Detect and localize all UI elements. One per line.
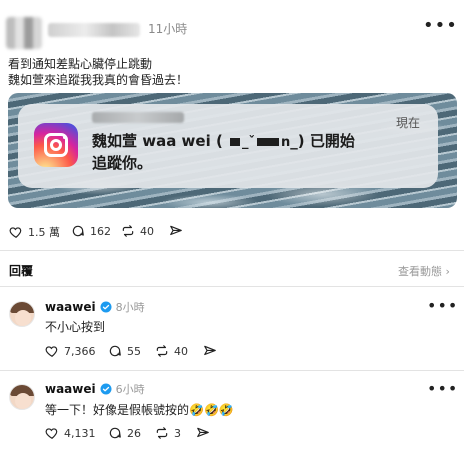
comment-text: 不小心按到 [45,320,106,334]
heart-icon [9,227,22,238]
post-text: 看到通知差點心臟停止跳動 魏如萱來追蹤我我真的會昏過去！ [8,56,448,88]
like-count: 1.5 萬 [28,226,60,239]
share-button[interactable] [196,426,215,440]
redacted-block [257,137,280,146]
like-button[interactable]: 7,366 [45,344,96,358]
author-avatar-blurred[interactable] [6,17,42,49]
comment-time: 8小時 [115,301,145,314]
repost-count: 40 [174,344,188,358]
comment-button[interactable]: 55 [108,344,141,358]
divider [0,286,464,287]
comment-author[interactable]: waawei [45,382,96,396]
verified-icon [100,301,112,313]
comment-icon [72,225,84,237]
comment-button[interactable]: 162 [71,224,111,238]
repost-button[interactable]: 40 [155,344,188,358]
repost-count: 3 [174,426,181,440]
verified-icon [100,383,112,395]
comment-count: 55 [127,344,141,358]
more-icon[interactable]: ••• [427,379,458,398]
comment-header: waawei 6小時 [45,381,145,397]
comment-text: 等一下！好像是假帳號按的🤣🤣🤣 [45,403,234,417]
view-activity-link[interactable]: 查看動態 › [398,263,450,279]
post-text-line-2: 魏如萱來追蹤我我真的會昏過去！ [8,73,189,87]
comment-author[interactable]: waawei [45,300,96,314]
repost-button[interactable]: 40 [121,224,154,238]
repost-icon [122,225,134,237]
comment-header: waawei 8小時 [45,299,145,315]
like-count: 7,366 [64,344,96,358]
comment-count: 26 [127,426,141,440]
avatar[interactable] [9,301,35,327]
redacted-block [230,137,241,146]
heart-icon [45,346,58,357]
heart-icon [45,428,58,439]
repost-button[interactable]: 3 [155,426,181,440]
share-button[interactable] [203,344,222,358]
more-icon[interactable]: ••• [427,296,458,315]
like-count: 4,131 [64,426,96,440]
more-icon[interactable]: ••• [423,16,457,36]
repost-icon [156,427,168,439]
repost-icon [156,345,168,357]
like-button[interactable]: 1.5 萬 [9,224,60,240]
avatar[interactable] [9,384,35,410]
comment-time: 6小時 [115,383,145,396]
replies-label: 回覆 [9,264,34,278]
share-button[interactable] [169,224,188,238]
divider [0,370,464,371]
instagram-icon [34,123,78,167]
divider [0,250,464,251]
comment-count: 162 [90,224,111,238]
comment-button[interactable]: 26 [108,426,141,440]
repost-count: 40 [140,224,154,238]
notification-time: 現在 [396,116,421,130]
like-button[interactable]: 4,131 [45,426,96,440]
notification-message-prefix: 魏如萱 waa wei ( [92,132,223,150]
share-icon [204,345,216,356]
comment-icon [109,427,121,439]
comment-icon [109,345,121,357]
author-name-blurred[interactable] [48,23,140,37]
share-icon [197,427,209,438]
post-time: 11小時 [148,22,188,36]
share-icon [170,225,182,236]
post-text-line-1: 看到通知差點心臟停止跳動 [8,57,153,71]
notification-title-blurred [92,112,184,123]
notification-message: 魏如萱 waa wei ( _ˇ n_) 已開始追蹤你。 [92,132,355,172]
